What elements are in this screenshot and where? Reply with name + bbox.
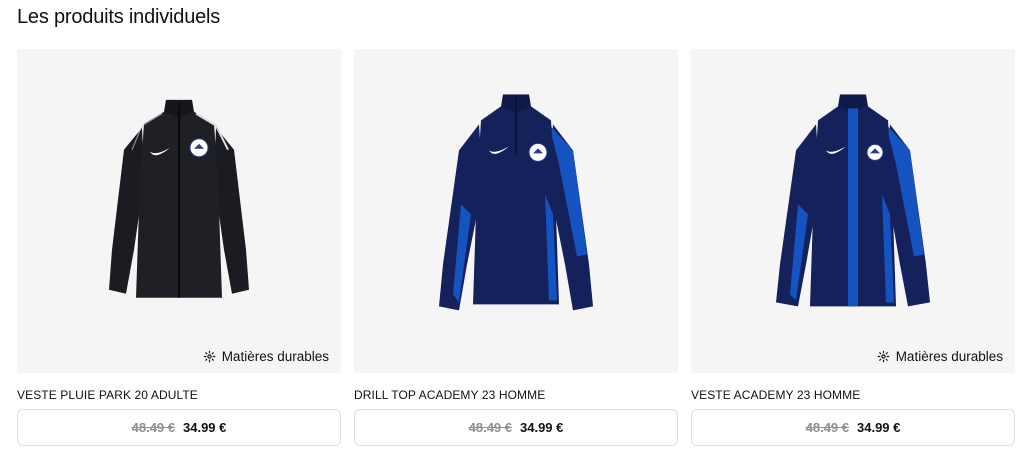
sustainable-materials-icon xyxy=(203,350,215,363)
sale-price: 34.99 € xyxy=(183,420,227,435)
drill-top-image xyxy=(439,94,593,311)
product-image[interactable] xyxy=(354,49,678,373)
badge-label: Matières durables xyxy=(221,349,329,364)
sustainable-badge: Matières durables xyxy=(877,349,1003,364)
sustainable-materials-icon xyxy=(877,350,889,363)
sale-price: 34.99 € xyxy=(857,420,901,435)
product-image[interactable]: Matières durables xyxy=(691,49,1015,373)
sustainable-badge: Matières durables xyxy=(203,349,329,364)
product-section: Les produits individuels Matières durabl… xyxy=(0,0,1024,461)
rain-jacket-image xyxy=(109,99,249,298)
section-title: Les produits individuels xyxy=(17,6,221,28)
price-box[interactable]: 48.49 € 34.99 € xyxy=(17,409,341,446)
price-box[interactable]: 48.49 € 34.99 € xyxy=(354,409,678,446)
product-image[interactable]: Matières durables xyxy=(17,49,341,373)
original-price: 48.49 € xyxy=(805,420,849,435)
price-box[interactable]: 48.49 € 34.99 € xyxy=(691,409,1015,446)
product-card[interactable]: Matières durables VESTE PLUIE PARK 20 AD… xyxy=(17,49,341,446)
original-price: 48.49 € xyxy=(131,420,175,435)
product-card[interactable]: Matières durables VESTE ACADEMY 23 HOMME… xyxy=(691,49,1015,446)
badge-label: Matières durables xyxy=(895,349,1003,364)
original-price: 48.49 € xyxy=(468,420,512,435)
product-card[interactable]: DRILL TOP ACADEMY 23 HOMME 48.49 € 34.99… xyxy=(354,49,678,446)
product-name[interactable]: VESTE ACADEMY 23 HOMME xyxy=(691,388,1015,404)
product-grid: Matières durables VESTE PLUIE PARK 20 AD… xyxy=(17,49,1015,446)
sale-price: 34.99 € xyxy=(520,420,564,435)
product-name[interactable]: DRILL TOP ACADEMY 23 HOMME xyxy=(354,388,678,404)
product-name[interactable]: VESTE PLUIE PARK 20 ADULTE xyxy=(17,388,341,404)
track-jacket-image xyxy=(776,94,930,307)
